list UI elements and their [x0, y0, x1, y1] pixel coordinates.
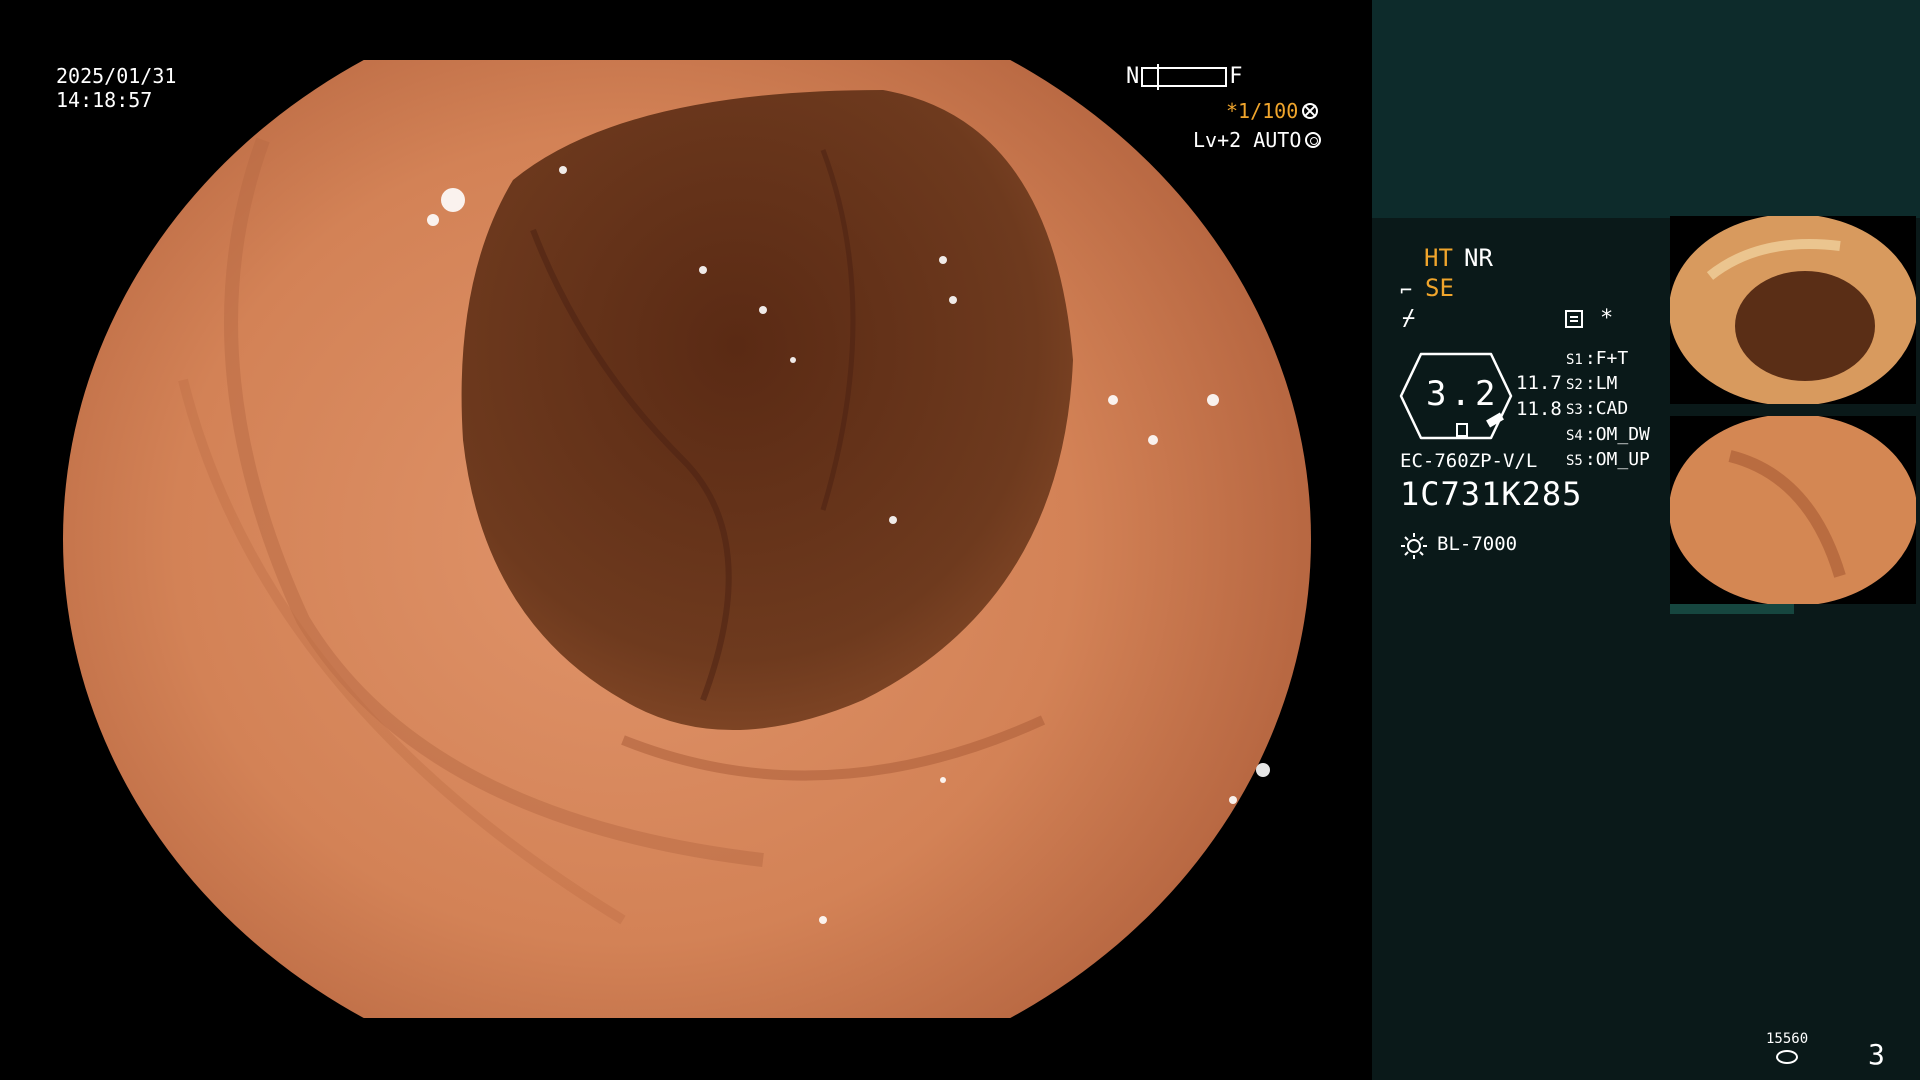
disk-icon [1776, 1050, 1798, 1064]
switch-key: S4 [1566, 428, 1583, 444]
agc-value: Lv+2 AUTO [1193, 128, 1302, 152]
time-readout: 14:18:57 [56, 88, 153, 112]
ht-label: HT [1424, 244, 1453, 272]
switch-label: OM_UP [1595, 449, 1650, 470]
switch-5: S5:OM_UP [1566, 449, 1650, 470]
capture-thumbnail-2[interactable] [1670, 416, 1916, 604]
auto-icon [1305, 132, 1322, 148]
sun-icon [1400, 532, 1428, 560]
capture-count: 15560 [1766, 1031, 1809, 1047]
capture-thumbnail-1[interactable] [1670, 216, 1916, 404]
focus-far-label: F [1229, 64, 1243, 89]
shutter-icon [1302, 103, 1319, 119]
nr-label: NR [1464, 244, 1493, 272]
zoom-value: 3.2 [1426, 374, 1500, 414]
switch-label: F+T [1595, 348, 1629, 369]
shutter-value: *1/100 [1226, 99, 1299, 123]
switch-4: S4:OM_DW [1566, 424, 1650, 445]
switch-label: LM [1595, 373, 1618, 394]
info-panel-header [1372, 0, 1920, 218]
switch-label: OM_DW [1595, 424, 1650, 445]
switch-key: S5 [1566, 453, 1583, 469]
focus-near-label: N [1126, 64, 1140, 89]
endoscopic-image [63, 60, 1312, 1018]
switch-1: S1:F+T [1566, 348, 1629, 369]
light-source: BL-7000 [1437, 533, 1518, 555]
lightning-icon: ⌿ [1402, 306, 1416, 331]
scope-model: EC-760ZP-V/L [1400, 450, 1538, 472]
scope-serial: 1C731K285 [1400, 475, 1583, 513]
value-1: 11.7 [1516, 372, 1562, 394]
agc-readout: Lv+2 AUTO [1193, 128, 1322, 152]
page-number: 3 [1868, 1038, 1885, 1071]
star-label: * [1600, 306, 1614, 331]
switch-key: S1 [1566, 352, 1583, 368]
switch-key: S3 [1566, 402, 1583, 418]
value-2: 11.8 [1516, 398, 1562, 420]
switch-2: S2:LM [1566, 373, 1618, 394]
switch-label: CAD [1595, 398, 1629, 419]
switch-3: S3:CAD [1566, 398, 1629, 419]
date-readout: 2025/01/31 [56, 64, 177, 88]
scope-icon: ⌐ [1400, 278, 1413, 302]
se-label: SE [1425, 274, 1454, 302]
thumbnail-indicator [1670, 604, 1794, 614]
menu-icon [1565, 310, 1583, 328]
shutter-readout: *1/100 [1226, 99, 1319, 123]
switch-key: S2 [1566, 377, 1583, 393]
focus-bar [1141, 63, 1228, 90]
focus-indicator: N F [1126, 63, 1243, 90]
